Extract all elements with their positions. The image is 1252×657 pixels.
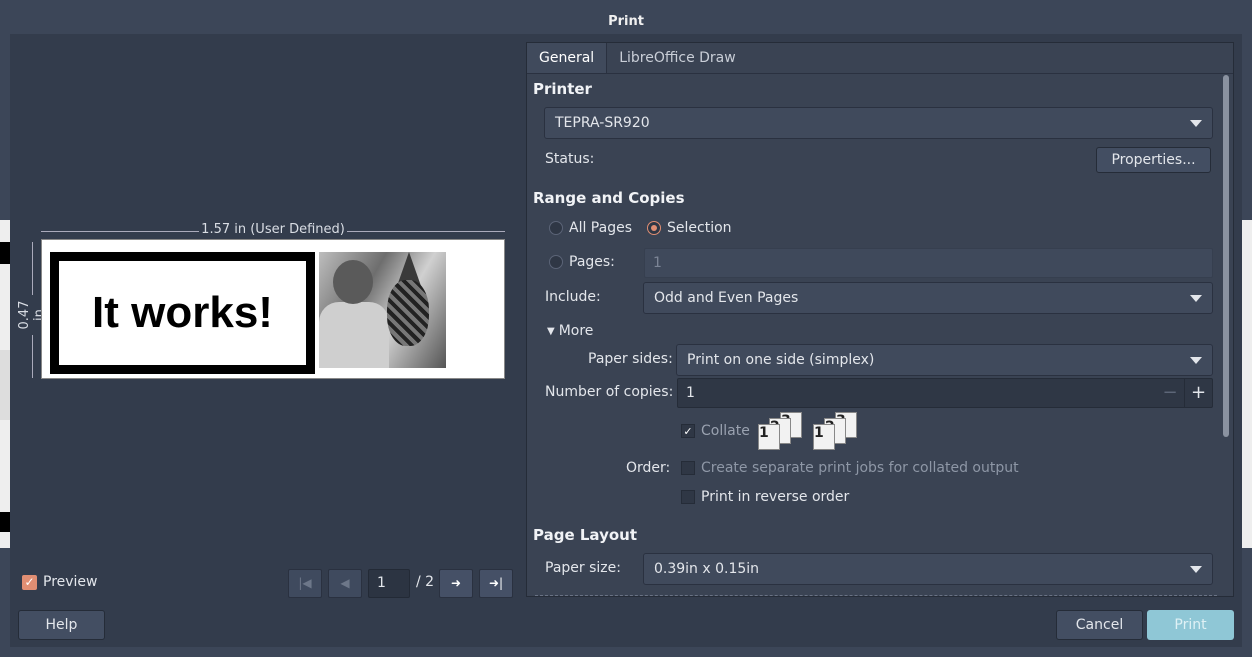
collate-label: Collate bbox=[701, 423, 750, 439]
plus-icon[interactable]: + bbox=[1184, 379, 1212, 407]
paper-sides-label: Paper sides: bbox=[588, 351, 673, 367]
range-section-title: Range and Copies bbox=[533, 189, 685, 207]
page-total: / 2 bbox=[416, 574, 435, 590]
printer-select-value: TEPRA-SR920 bbox=[555, 115, 650, 131]
last-page-button[interactable]: ➜| bbox=[479, 569, 513, 598]
copies-value: 1 bbox=[686, 385, 695, 401]
separate-jobs-label: Create separate print jobs for collated … bbox=[701, 460, 1019, 476]
radio-selected-icon bbox=[647, 221, 661, 235]
chevron-down-icon bbox=[1190, 295, 1202, 302]
chevron-down-icon bbox=[1190, 566, 1202, 573]
chevron-down-icon bbox=[1190, 357, 1202, 364]
next-page-icon: ➜ bbox=[450, 576, 462, 590]
height-dimension: 0.47 in bbox=[17, 242, 47, 378]
first-page-button[interactable]: |◀ bbox=[288, 569, 322, 598]
include-select-value: Odd and Even Pages bbox=[654, 290, 799, 306]
page-layout-section-title: Page Layout bbox=[533, 526, 637, 544]
collate-pages-icon: 3 2 1 bbox=[813, 412, 861, 452]
background-window-edge-right bbox=[1242, 220, 1252, 548]
print-button[interactable]: Print bbox=[1147, 610, 1234, 640]
last-page-icon: ➜| bbox=[488, 576, 504, 590]
page-number-input[interactable]: 1 bbox=[368, 569, 410, 598]
all-pages-label: All Pages bbox=[569, 220, 632, 236]
status-label: Status: bbox=[545, 151, 595, 167]
more-label: More bbox=[558, 323, 594, 339]
printer-select[interactable]: TEPRA-SR920 bbox=[544, 107, 1213, 139]
width-dimension-label: 1.57 in (User Defined) bbox=[199, 222, 347, 237]
tab-general[interactable]: General bbox=[527, 43, 608, 73]
tab-bar: General LibreOffice Draw bbox=[527, 43, 748, 73]
reverse-order-checkbox[interactable]: Print in reverse order bbox=[681, 489, 849, 505]
selection-radio[interactable]: Selection bbox=[647, 220, 732, 236]
check-icon: ✓ bbox=[681, 424, 695, 438]
tab-libreoffice-draw[interactable]: LibreOffice Draw bbox=[607, 43, 748, 73]
label-text-box: It works! bbox=[50, 252, 315, 374]
include-label: Include: bbox=[545, 289, 601, 305]
previous-page-icon: ◀ bbox=[340, 576, 350, 590]
minus-icon[interactable]: − bbox=[1156, 379, 1184, 407]
copies-label: Number of copies: bbox=[545, 384, 674, 400]
pages-radio[interactable]: Pages: bbox=[549, 254, 615, 270]
selection-label: Selection bbox=[667, 220, 732, 236]
include-select[interactable]: Odd and Even Pages bbox=[643, 282, 1213, 314]
collate-pages-icon: 3 2 1 bbox=[758, 412, 806, 452]
label-text: It works! bbox=[92, 288, 273, 337]
scrollbar[interactable] bbox=[1223, 75, 1229, 437]
collate-checkbox[interactable]: ✓ Collate bbox=[681, 423, 750, 439]
preview-checkbox[interactable]: ✓ Preview bbox=[22, 574, 98, 590]
radio-icon bbox=[549, 255, 563, 269]
printer-section-title: Printer bbox=[533, 80, 592, 98]
paper-size-select[interactable]: 0.39in x 0.15in bbox=[643, 553, 1213, 585]
checkbox-icon bbox=[681, 490, 695, 504]
all-pages-radio[interactable]: All Pages bbox=[549, 220, 632, 236]
checkbox-icon bbox=[681, 461, 695, 475]
separate-jobs-checkbox[interactable]: Create separate print jobs for collated … bbox=[681, 460, 1019, 476]
pages-input[interactable]: 1 bbox=[644, 248, 1213, 278]
chevron-down-icon bbox=[1190, 120, 1202, 127]
order-label: Order: bbox=[626, 460, 671, 476]
pages-label: Pages: bbox=[569, 254, 615, 270]
next-page-button[interactable]: ➜ bbox=[439, 569, 473, 598]
preview-photo bbox=[319, 252, 446, 368]
paper-sides-select[interactable]: Print on one side (simplex) bbox=[676, 344, 1213, 376]
copies-stepper[interactable]: 1 − + bbox=[677, 378, 1213, 408]
first-page-icon: |◀ bbox=[298, 576, 312, 590]
radio-icon bbox=[549, 221, 563, 235]
cancel-button[interactable]: Cancel bbox=[1056, 610, 1143, 640]
properties-button[interactable]: Properties... bbox=[1096, 147, 1211, 173]
check-icon: ✓ bbox=[22, 574, 37, 590]
preview-checkbox-label: Preview bbox=[43, 574, 98, 590]
previous-page-button[interactable]: ◀ bbox=[328, 569, 362, 598]
more-expander[interactable]: ▼ More bbox=[547, 323, 593, 339]
triangle-down-icon: ▼ bbox=[547, 325, 555, 337]
paper-size-label: Paper size: bbox=[545, 560, 621, 576]
width-dimension: 1.57 in (User Defined) bbox=[41, 222, 505, 238]
help-button[interactable]: Help bbox=[18, 610, 105, 640]
reverse-order-label: Print in reverse order bbox=[701, 489, 850, 505]
paper-sides-value: Print on one side (simplex) bbox=[687, 352, 875, 368]
paper-size-value: 0.39in x 0.15in bbox=[654, 561, 760, 577]
background-window-edge bbox=[0, 220, 10, 548]
